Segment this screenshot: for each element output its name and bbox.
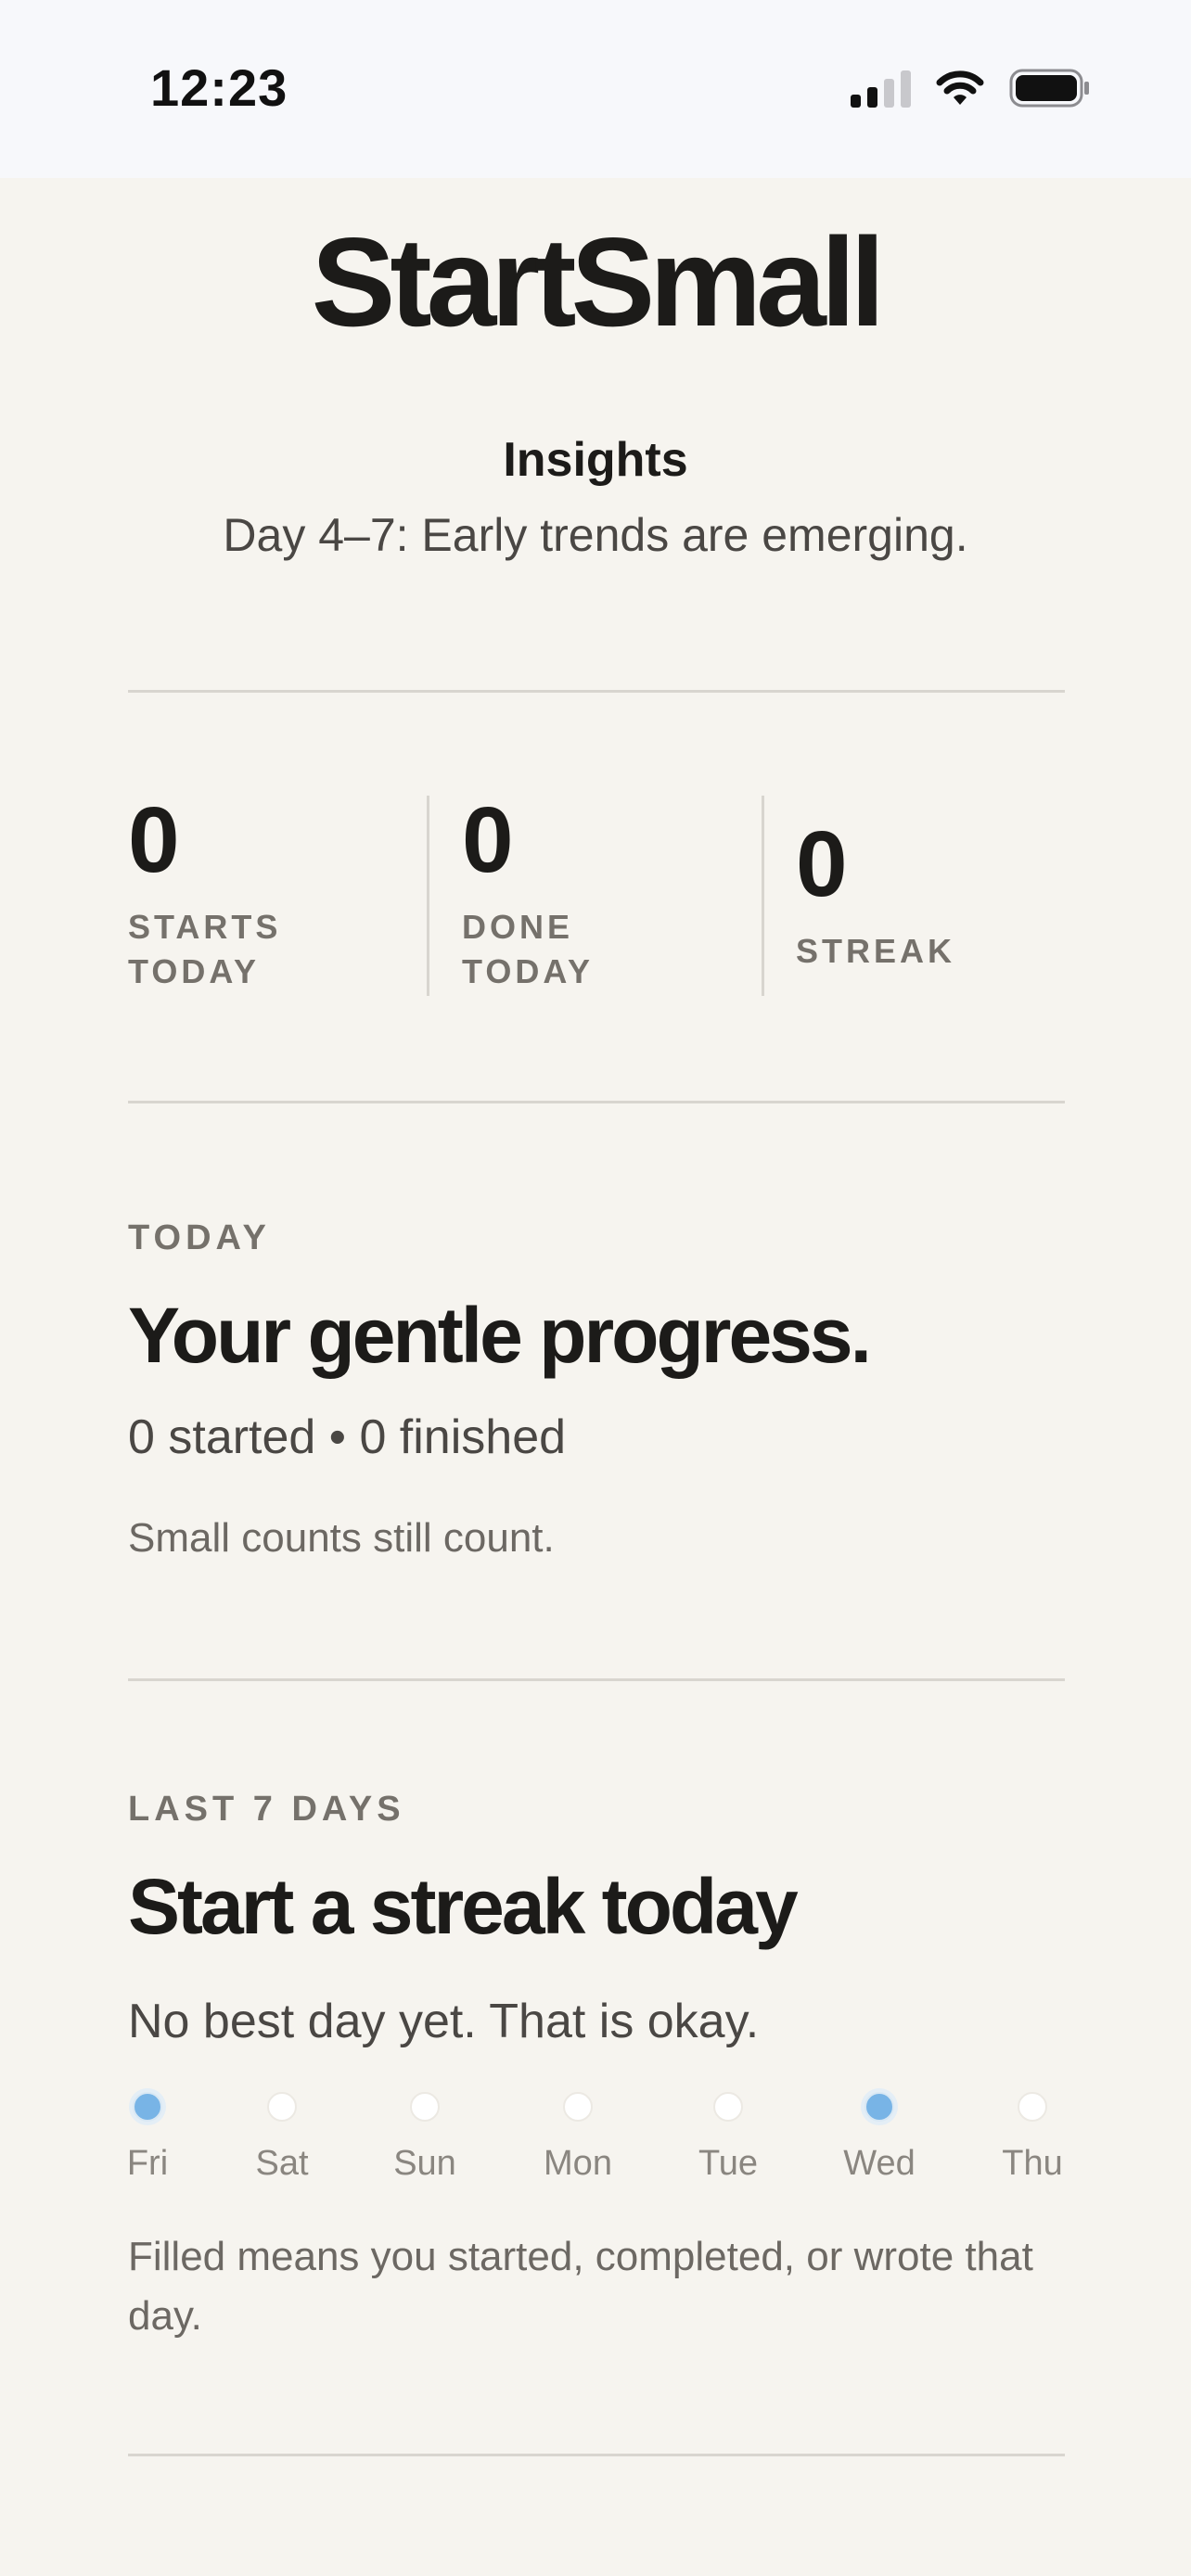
day-label: Wed bbox=[843, 2144, 916, 2183]
divider bbox=[128, 1101, 1065, 1103]
stat-label: STARTS TODAY bbox=[128, 908, 282, 990]
app-title: StartSmall bbox=[311, 211, 886, 352]
day-thu: Thu bbox=[958, 2092, 1107, 2184]
day-label: Thu bbox=[1002, 2144, 1063, 2183]
day-dot bbox=[713, 2092, 743, 2122]
day-dot bbox=[267, 2092, 297, 2122]
day-wed: Wed bbox=[805, 2092, 954, 2184]
status-time: 12:23 bbox=[150, 58, 288, 117]
battery-icon bbox=[1009, 69, 1089, 108]
stat-label: STREAK bbox=[796, 932, 956, 970]
today-summary: 0 started • 0 finished bbox=[128, 1410, 567, 1464]
day-label: Tue bbox=[698, 2144, 759, 2183]
day-label: Mon bbox=[544, 2144, 612, 2183]
week-subtitle: No best day yet. That is okay. bbox=[128, 1995, 760, 2048]
day-fri: Fri bbox=[73, 2092, 222, 2184]
divider bbox=[128, 1678, 1065, 1681]
stat-separator bbox=[427, 796, 429, 996]
day-label: Fri bbox=[126, 2144, 169, 2183]
day-sun: Sun bbox=[351, 2092, 499, 2184]
stat-streak: 0 STREAK bbox=[796, 818, 1037, 1022]
day-label: Sun bbox=[393, 2144, 456, 2183]
stat-value: 0 bbox=[128, 788, 180, 892]
day-dot bbox=[133, 2092, 162, 2122]
status-icons bbox=[851, 65, 1091, 111]
stat-value: 0 bbox=[462, 788, 514, 892]
day-tue: Tue bbox=[654, 2092, 802, 2184]
today-title: Your gentle progress. bbox=[128, 1292, 872, 1379]
divider bbox=[128, 690, 1065, 693]
stat-label: DONE TODAY bbox=[462, 908, 595, 990]
today-eyebrow: TODAY bbox=[128, 1218, 271, 1257]
today-note: Small counts still count. bbox=[128, 1515, 555, 1561]
day-dot bbox=[563, 2092, 593, 2122]
stat-value: 0 bbox=[796, 812, 848, 916]
day-sat: Sat bbox=[208, 2092, 356, 2184]
week-eyebrow: LAST 7 DAYS bbox=[128, 1790, 405, 1829]
week-title: Start a streak today bbox=[128, 1863, 799, 1950]
day-dot bbox=[864, 2092, 894, 2122]
wifi-icon bbox=[936, 70, 984, 105]
day-dot bbox=[410, 2092, 440, 2122]
day-mon: Mon bbox=[504, 2092, 652, 2184]
day-dot bbox=[1018, 2092, 1047, 2122]
stat-separator bbox=[762, 796, 764, 996]
day-label: Sat bbox=[255, 2144, 309, 2183]
cellular-signal-icon bbox=[851, 69, 911, 108]
week-dots: Fri Sat Sun Mon Tue Wed Thu bbox=[0, 2092, 1191, 2203]
page-heading: Insights bbox=[503, 433, 688, 487]
status-bar: 12:23 bbox=[0, 0, 1191, 178]
week-legend: Filled means you started, completed, or … bbox=[128, 2234, 1033, 2339]
stat-done-today: 0 DONE TODAY bbox=[462, 794, 703, 998]
page-subtitle: Day 4–7: Early trends are emerging. bbox=[223, 509, 968, 561]
stat-starts-today: 0 STARTS TODAY bbox=[128, 794, 369, 998]
divider bbox=[128, 2454, 1065, 2456]
